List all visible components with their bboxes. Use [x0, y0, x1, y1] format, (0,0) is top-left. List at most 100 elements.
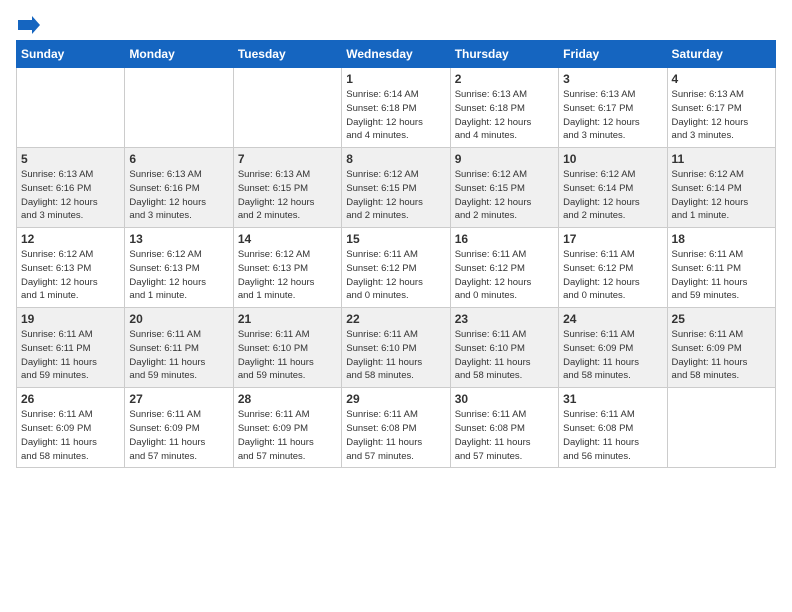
- day-number: 18: [672, 232, 771, 246]
- calendar-cell: 31 Sunrise: 6:11 AM Sunset: 6:08 PM Dayli…: [559, 388, 667, 468]
- day-info: Sunrise: 6:11 AM Sunset: 6:11 PM Dayligh…: [21, 328, 120, 383]
- calendar-week-row: 19 Sunrise: 6:11 AM Sunset: 6:11 PM Dayli…: [17, 308, 776, 388]
- day-info: Sunrise: 6:13 AM Sunset: 6:18 PM Dayligh…: [455, 88, 554, 143]
- day-info: Sunrise: 6:11 AM Sunset: 6:10 PM Dayligh…: [238, 328, 337, 383]
- day-info: Sunrise: 6:12 AM Sunset: 6:14 PM Dayligh…: [563, 168, 662, 223]
- page-header: [16, 16, 776, 28]
- day-header-saturday: Saturday: [667, 41, 775, 68]
- day-number: 12: [21, 232, 120, 246]
- calendar-cell: 4Sunrise: 6:13 AM Sunset: 6:17 PM Daylig…: [667, 68, 775, 148]
- calendar-week-row: 1 Sunrise: 6:14 AM Sunset: 6:18 PM Daylig…: [17, 68, 776, 148]
- calendar-cell: 25 Sunrise: 6:11 AM Sunset: 6:09 PM Dayli…: [667, 308, 775, 388]
- calendar-cell: 2 Sunrise: 6:13 AM Sunset: 6:18 PM Daylig…: [450, 68, 558, 148]
- day-info: Sunrise: 6:12 AM Sunset: 6:13 PM Dayligh…: [21, 248, 120, 303]
- day-info: Sunrise: 6:12 AM Sunset: 6:15 PM Dayligh…: [455, 168, 554, 223]
- day-number: 10: [563, 152, 662, 166]
- calendar-cell: 21 Sunrise: 6:11 AM Sunset: 6:10 PM Dayli…: [233, 308, 341, 388]
- day-info: Sunrise: 6:11 AM Sunset: 6:10 PM Dayligh…: [455, 328, 554, 383]
- day-number: 13: [129, 232, 228, 246]
- calendar-cell: 30Sunrise: 6:11 AM Sunset: 6:08 PM Dayli…: [450, 388, 558, 468]
- calendar-cell: 19 Sunrise: 6:11 AM Sunset: 6:11 PM Dayli…: [17, 308, 125, 388]
- day-number: 28: [238, 392, 337, 406]
- calendar-cell: 24 Sunrise: 6:11 AM Sunset: 6:09 PM Dayli…: [559, 308, 667, 388]
- day-number: 30: [455, 392, 554, 406]
- day-info: Sunrise: 6:11 AM Sunset: 6:11 PM Dayligh…: [672, 248, 771, 303]
- day-number: 21: [238, 312, 337, 326]
- day-number: 17: [563, 232, 662, 246]
- day-number: 9: [455, 152, 554, 166]
- calendar-cell: 14Sunrise: 6:12 AM Sunset: 6:13 PM Dayli…: [233, 228, 341, 308]
- calendar-cell: 12 Sunrise: 6:12 AM Sunset: 6:13 PM Dayli…: [17, 228, 125, 308]
- day-number: 20: [129, 312, 228, 326]
- day-info: Sunrise: 6:11 AM Sunset: 6:09 PM Dayligh…: [563, 328, 662, 383]
- day-info: Sunrise: 6:11 AM Sunset: 6:12 PM Dayligh…: [346, 248, 445, 303]
- day-info: Sunrise: 6:13 AM Sunset: 6:15 PM Dayligh…: [238, 168, 337, 223]
- day-info: Sunrise: 6:11 AM Sunset: 6:12 PM Dayligh…: [455, 248, 554, 303]
- calendar-cell: 7Sunrise: 6:13 AM Sunset: 6:15 PM Daylig…: [233, 148, 341, 228]
- calendar-cell: 1 Sunrise: 6:14 AM Sunset: 6:18 PM Daylig…: [342, 68, 450, 148]
- calendar-cell: 13 Sunrise: 6:12 AM Sunset: 6:13 PM Dayli…: [125, 228, 233, 308]
- day-info: Sunrise: 6:11 AM Sunset: 6:08 PM Dayligh…: [563, 408, 662, 463]
- day-info: Sunrise: 6:11 AM Sunset: 6:10 PM Dayligh…: [346, 328, 445, 383]
- day-info: Sunrise: 6:14 AM Sunset: 6:18 PM Dayligh…: [346, 88, 445, 143]
- calendar-cell: [667, 388, 775, 468]
- day-number: 16: [455, 232, 554, 246]
- day-info: Sunrise: 6:11 AM Sunset: 6:11 PM Dayligh…: [129, 328, 228, 383]
- day-info: Sunrise: 6:13 AM Sunset: 6:16 PM Dayligh…: [21, 168, 120, 223]
- calendar-cell: 17Sunrise: 6:11 AM Sunset: 6:12 PM Dayli…: [559, 228, 667, 308]
- calendar-cell: 23 Sunrise: 6:11 AM Sunset: 6:10 PM Dayli…: [450, 308, 558, 388]
- day-number: 24: [563, 312, 662, 326]
- day-header-sunday: Sunday: [17, 41, 125, 68]
- day-info: Sunrise: 6:13 AM Sunset: 6:16 PM Dayligh…: [129, 168, 228, 223]
- day-info: Sunrise: 6:11 AM Sunset: 6:09 PM Dayligh…: [672, 328, 771, 383]
- calendar-cell: 29Sunrise: 6:11 AM Sunset: 6:08 PM Dayli…: [342, 388, 450, 468]
- calendar-cell: [125, 68, 233, 148]
- day-header-wednesday: Wednesday: [342, 41, 450, 68]
- day-number: 27: [129, 392, 228, 406]
- day-info: Sunrise: 6:11 AM Sunset: 6:09 PM Dayligh…: [21, 408, 120, 463]
- day-number: 3: [563, 72, 662, 86]
- day-number: 14: [238, 232, 337, 246]
- day-info: Sunrise: 6:12 AM Sunset: 6:13 PM Dayligh…: [129, 248, 228, 303]
- day-info: Sunrise: 6:11 AM Sunset: 6:09 PM Dayligh…: [238, 408, 337, 463]
- logo-arrow-icon: [18, 16, 40, 34]
- calendar-cell: 20 Sunrise: 6:11 AM Sunset: 6:11 PM Dayli…: [125, 308, 233, 388]
- calendar-cell: [233, 68, 341, 148]
- day-info: Sunrise: 6:11 AM Sunset: 6:08 PM Dayligh…: [346, 408, 445, 463]
- day-number: 31: [563, 392, 662, 406]
- calendar-header-row: SundayMondayTuesdayWednesdayThursdayFrid…: [17, 41, 776, 68]
- day-number: 19: [21, 312, 120, 326]
- calendar-table: SundayMondayTuesdayWednesdayThursdayFrid…: [16, 40, 776, 468]
- day-info: Sunrise: 6:13 AM Sunset: 6:17 PM Dayligh…: [563, 88, 662, 143]
- calendar-cell: 9 Sunrise: 6:12 AM Sunset: 6:15 PM Daylig…: [450, 148, 558, 228]
- day-info: Sunrise: 6:12 AM Sunset: 6:14 PM Dayligh…: [672, 168, 771, 223]
- day-number: 6: [129, 152, 228, 166]
- day-number: 26: [21, 392, 120, 406]
- calendar-cell: 22 Sunrise: 6:11 AM Sunset: 6:10 PM Dayli…: [342, 308, 450, 388]
- calendar-cell: 6 Sunrise: 6:13 AM Sunset: 6:16 PM Daylig…: [125, 148, 233, 228]
- calendar-cell: 26 Sunrise: 6:11 AM Sunset: 6:09 PM Dayli…: [17, 388, 125, 468]
- calendar-cell: 11Sunrise: 6:12 AM Sunset: 6:14 PM Dayli…: [667, 148, 775, 228]
- day-number: 23: [455, 312, 554, 326]
- day-info: Sunrise: 6:12 AM Sunset: 6:15 PM Dayligh…: [346, 168, 445, 223]
- calendar-week-row: 5Sunrise: 6:13 AM Sunset: 6:16 PM Daylig…: [17, 148, 776, 228]
- day-number: 2: [455, 72, 554, 86]
- day-header-thursday: Thursday: [450, 41, 558, 68]
- day-header-monday: Monday: [125, 41, 233, 68]
- day-number: 8: [346, 152, 445, 166]
- day-info: Sunrise: 6:11 AM Sunset: 6:09 PM Dayligh…: [129, 408, 228, 463]
- day-number: 15: [346, 232, 445, 246]
- calendar-week-row: 26 Sunrise: 6:11 AM Sunset: 6:09 PM Dayli…: [17, 388, 776, 468]
- logo: [16, 16, 42, 28]
- calendar-cell: 10 Sunrise: 6:12 AM Sunset: 6:14 PM Dayli…: [559, 148, 667, 228]
- day-number: 22: [346, 312, 445, 326]
- calendar-cell: 27 Sunrise: 6:11 AM Sunset: 6:09 PM Dayli…: [125, 388, 233, 468]
- day-number: 25: [672, 312, 771, 326]
- day-info: Sunrise: 6:13 AM Sunset: 6:17 PM Dayligh…: [672, 88, 771, 143]
- day-header-friday: Friday: [559, 41, 667, 68]
- day-header-tuesday: Tuesday: [233, 41, 341, 68]
- calendar-cell: 8 Sunrise: 6:12 AM Sunset: 6:15 PM Daylig…: [342, 148, 450, 228]
- calendar-cell: [17, 68, 125, 148]
- calendar-cell: 18 Sunrise: 6:11 AM Sunset: 6:11 PM Dayli…: [667, 228, 775, 308]
- day-number: 1: [346, 72, 445, 86]
